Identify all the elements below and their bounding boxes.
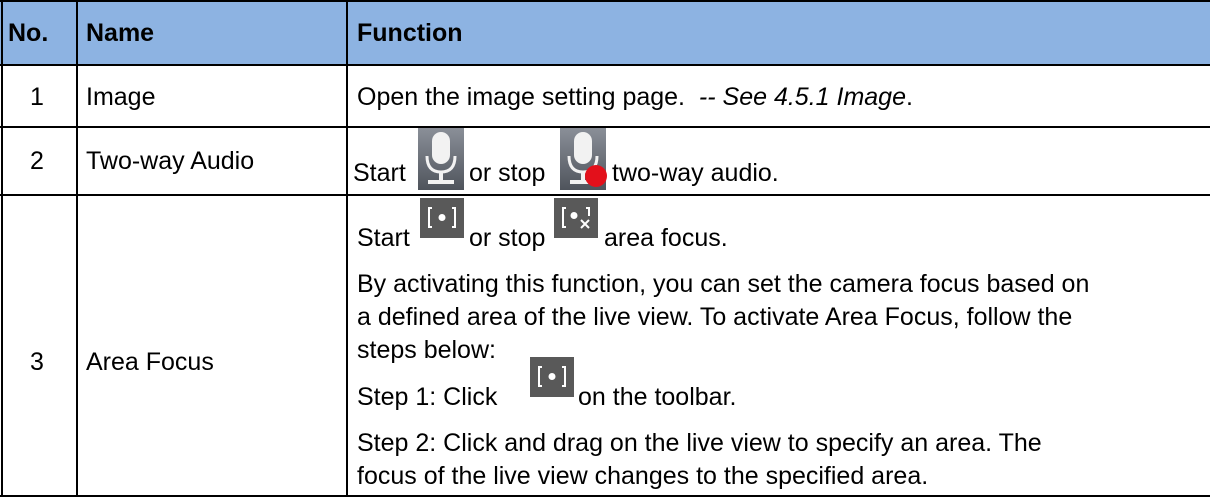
row-name: Two-way Audio [86,147,255,175]
description-line: By activating this function, you can set… [357,270,1090,298]
area-focus-icon [420,198,464,238]
function-text-end: . [905,83,913,111]
step-1-text: on the toolbar. [578,383,737,411]
column-divider [346,0,348,497]
area-focus-stop-icon [554,198,598,238]
description-line: a defined area of the live view. To acti… [357,303,1073,331]
row-name: Image [86,83,156,111]
table-border-top [0,0,1210,2]
table-divider [0,64,1210,66]
column-divider [76,0,78,497]
table-header [0,0,1210,65]
function-text: two-way audio. [612,159,779,187]
step-1-label: Step 1: Click [357,383,498,411]
header-function: Function [357,19,463,47]
table-border-left [1,0,3,497]
function-text: Open the image setting page. [357,83,686,111]
step-2-line: focus of the live view changes to the sp… [357,462,929,490]
step-2-line: Step 2: Click and drag on the live view … [357,429,1042,457]
table-divider [0,194,1210,196]
area-focus-icon [530,357,574,397]
description-line: steps below: [357,336,496,364]
header-no: No. [8,19,49,47]
start-label: Start [353,159,406,187]
or-stop-label: or stop [469,159,546,187]
row-name: Area Focus [86,348,214,376]
function-table: No. Name Function 1 Image Open the image… [0,0,1210,497]
row-number: 2 [30,147,44,175]
function-text: area focus. [604,224,728,252]
microphone-icon [418,128,464,190]
row-number: 3 [30,348,44,376]
header-name: Name [86,19,155,47]
or-stop-label: or stop [469,224,546,252]
microphone-stop-icon [560,128,607,190]
start-label: Start [357,224,410,252]
section-reference: -- See 4.5.1 Image [698,83,906,111]
row-number: 1 [30,83,44,111]
row-function: Open the image setting page. -- See 4.5.… [357,82,913,112]
